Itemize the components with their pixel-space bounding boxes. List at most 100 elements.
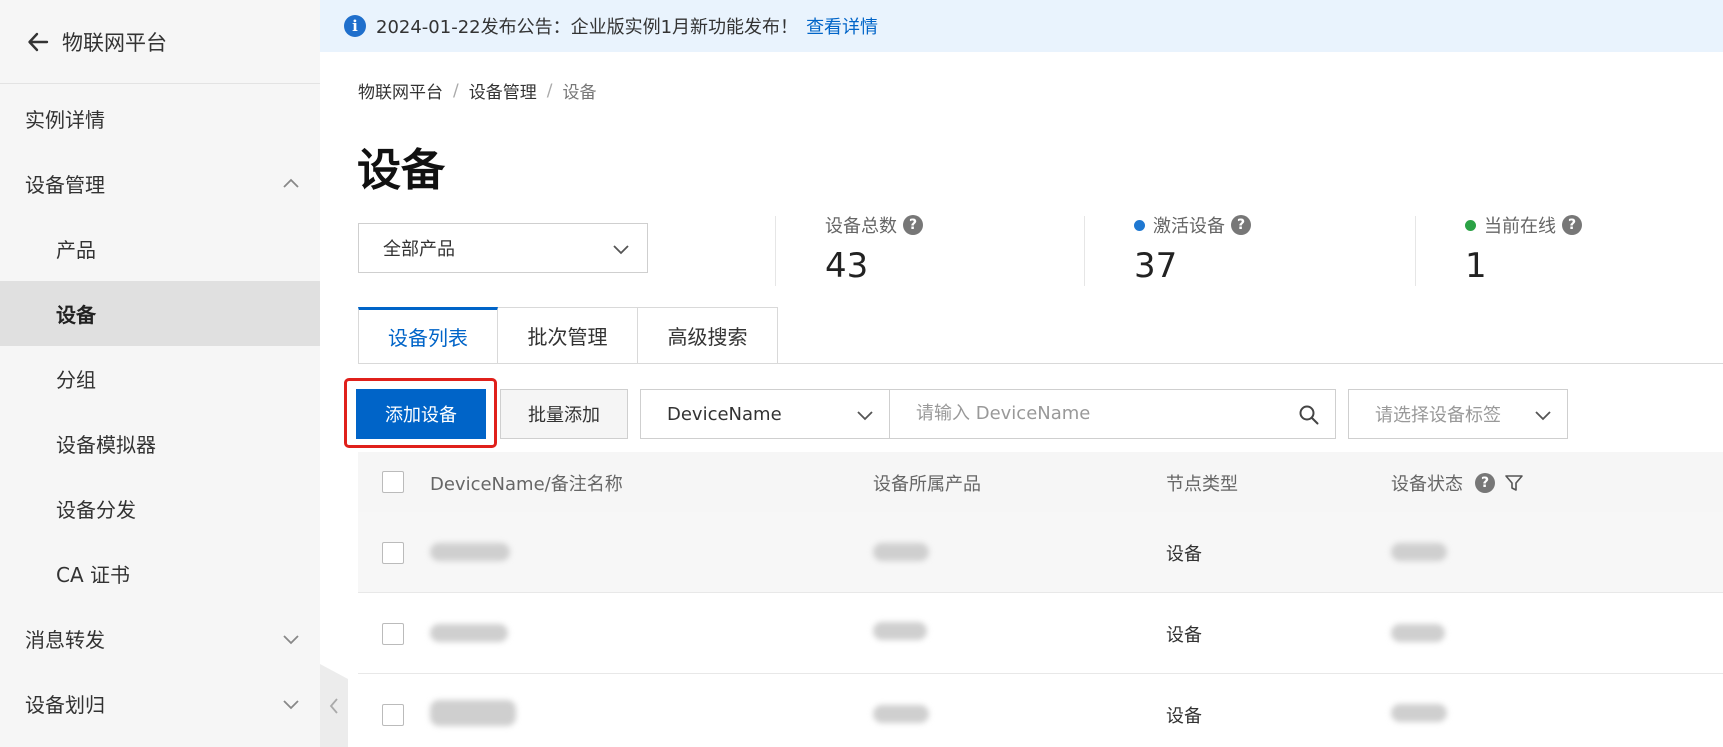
chevron-down-icon	[283, 635, 299, 645]
sidebar-item-device-simulator[interactable]: 设备模拟器	[0, 411, 320, 476]
chevron-down-icon	[1535, 411, 1551, 421]
stat-online-devices: 当前在线 ? 1	[1415, 212, 1715, 286]
stat-divider	[1084, 216, 1085, 286]
stat-active-devices: 激活设备 ? 37	[1084, 212, 1404, 286]
chevron-down-icon	[283, 700, 299, 710]
sidebar-item-label: 分组	[56, 368, 96, 392]
sidebar-item-device-assignment[interactable]: 设备划归	[0, 671, 320, 736]
breadcrumb: 物联网平台 / 设备管理 / 设备	[358, 78, 597, 104]
redacted-device-name	[430, 543, 510, 561]
sidebar-title: 物联网平台	[62, 30, 167, 55]
sidebar: 物联网平台 实例详情 设备管理 产品 设备 分组 设备模拟器 设备分发 CA 证…	[0, 0, 320, 747]
sidebar-item-device-distribution[interactable]: 设备分发	[0, 476, 320, 541]
help-icon[interactable]: ?	[903, 215, 923, 235]
sidebar-item-message-forwarding[interactable]: 消息转发	[0, 606, 320, 671]
table-row[interactable]: 设备	[358, 593, 1723, 674]
row-checkbox[interactable]	[382, 623, 404, 645]
stat-label: 设备总数 ?	[825, 212, 923, 238]
sidebar-item-instance-details[interactable]: 实例详情	[0, 86, 320, 151]
column-header-label: 设备状态	[1391, 474, 1463, 495]
device-tag-placeholder: 请选择设备标签	[1375, 405, 1501, 426]
breadcrumb-current: 设备	[562, 83, 597, 103]
redacted-state	[1391, 624, 1445, 642]
row-checkbox[interactable]	[382, 542, 404, 564]
stat-label: 当前在线 ?	[1465, 212, 1582, 238]
device-table: DeviceName/备注名称 设备所属产品 节点类型 设备状态 ? 设备 设备…	[358, 452, 1723, 747]
redacted-product	[873, 622, 927, 640]
stat-label-text: 激活设备	[1153, 216, 1225, 237]
filter-icon[interactable]	[1503, 472, 1525, 494]
tab-bar: 设备列表 批次管理 高级搜索	[358, 307, 778, 363]
sidebar-item-label: 设备划归	[25, 693, 105, 717]
back-arrow-icon[interactable]	[24, 28, 52, 56]
help-icon[interactable]: ?	[1562, 215, 1582, 235]
tab-advanced-search[interactable]: 高级搜索	[638, 307, 778, 363]
column-header-device-state: 设备状态 ?	[1391, 470, 1525, 496]
stat-label-text: 当前在线	[1484, 216, 1556, 237]
sidebar-item-label: CA 证书	[56, 563, 131, 587]
online-dot-icon	[1465, 219, 1476, 231]
device-tag-select[interactable]: 请选择设备标签	[1348, 389, 1568, 439]
table-row[interactable]: 设备	[358, 674, 1723, 747]
sidebar-item-devices[interactable]: 设备	[0, 281, 320, 346]
sidebar-item-label: 产品	[56, 238, 96, 262]
chevron-down-icon	[613, 245, 629, 255]
stat-value: 37	[1134, 246, 1178, 286]
search-field-select[interactable]: DeviceName	[640, 389, 890, 439]
breadcrumb-item[interactable]: 物联网平台	[358, 78, 443, 103]
sidebar-item-groups[interactable]: 分组	[0, 346, 320, 411]
stat-value: 43	[825, 246, 869, 286]
search-input[interactable]	[916, 390, 1296, 436]
column-header-device-name: DeviceName/备注名称	[430, 474, 623, 495]
add-device-button[interactable]: 添加设备	[356, 389, 486, 439]
column-header-node-type: 节点类型	[1166, 474, 1238, 495]
node-type-cell: 设备	[1166, 625, 1202, 646]
sidebar-item-device-management[interactable]: 设备管理	[0, 151, 320, 216]
select-all-checkbox[interactable]	[382, 471, 404, 493]
stat-value: 1	[1465, 246, 1487, 286]
redacted-device-name	[430, 624, 508, 642]
announcement-bar: i 2024-01-22发布公告：企业版实例1月新功能发布！ 查看详情	[320, 0, 1723, 52]
sidebar-item-label: 设备模拟器	[56, 433, 156, 457]
sidebar-item-label: 消息转发	[25, 628, 105, 652]
tabs-divider	[358, 363, 1723, 364]
sidebar-nav: 实例详情 设备管理 产品 设备 分组 设备模拟器 设备分发 CA 证书 消息转发…	[0, 86, 320, 736]
node-type-cell: 设备	[1166, 706, 1202, 727]
stat-total-devices: 设备总数 ? 43	[775, 212, 1075, 286]
breadcrumb-item[interactable]: 设备管理	[469, 78, 537, 103]
breadcrumb-separator: /	[453, 80, 459, 101]
product-filter-select[interactable]: 全部产品	[358, 223, 648, 273]
page-title: 设备	[357, 145, 445, 196]
help-icon[interactable]: ?	[1475, 473, 1495, 493]
sidebar-item-label: 设备	[56, 303, 96, 327]
sidebar-item-ca-certificate[interactable]: CA 证书	[0, 541, 320, 606]
chevron-left-icon	[329, 697, 338, 714]
batch-add-button[interactable]: 批量添加	[500, 389, 628, 439]
search-icon[interactable]	[1297, 403, 1321, 427]
redacted-device-name	[430, 700, 516, 726]
sidebar-collapse-handle[interactable]	[320, 664, 348, 747]
stat-divider	[1415, 216, 1416, 286]
redacted-product	[873, 705, 929, 723]
redacted-product	[873, 543, 929, 561]
stat-label: 激活设备 ?	[1134, 212, 1251, 238]
help-icon[interactable]: ?	[1231, 215, 1251, 235]
sidebar-item-products[interactable]: 产品	[0, 216, 320, 281]
breadcrumb-separator: /	[546, 80, 553, 101]
chevron-up-icon	[283, 178, 299, 188]
row-checkbox[interactable]	[382, 704, 404, 726]
tab-device-list[interactable]: 设备列表	[358, 307, 498, 363]
table-row[interactable]: 设备	[358, 512, 1723, 593]
stat-label-text: 设备总数	[825, 216, 897, 237]
product-filter-value: 全部产品	[383, 239, 455, 260]
sidebar-item-label: 实例详情	[25, 108, 105, 132]
sidebar-item-label: 设备管理	[25, 173, 105, 197]
tab-batch-management[interactable]: 批次管理	[498, 307, 638, 363]
redacted-state	[1391, 704, 1447, 722]
search-field-value: DeviceName	[667, 403, 782, 425]
announcement-details-link[interactable]: 查看详情	[806, 13, 878, 39]
active-dot-icon	[1134, 219, 1145, 231]
search-box	[890, 389, 1336, 439]
announcement-text: 2024-01-22发布公告：企业版实例1月新功能发布！	[376, 17, 799, 38]
stat-divider	[775, 216, 776, 286]
